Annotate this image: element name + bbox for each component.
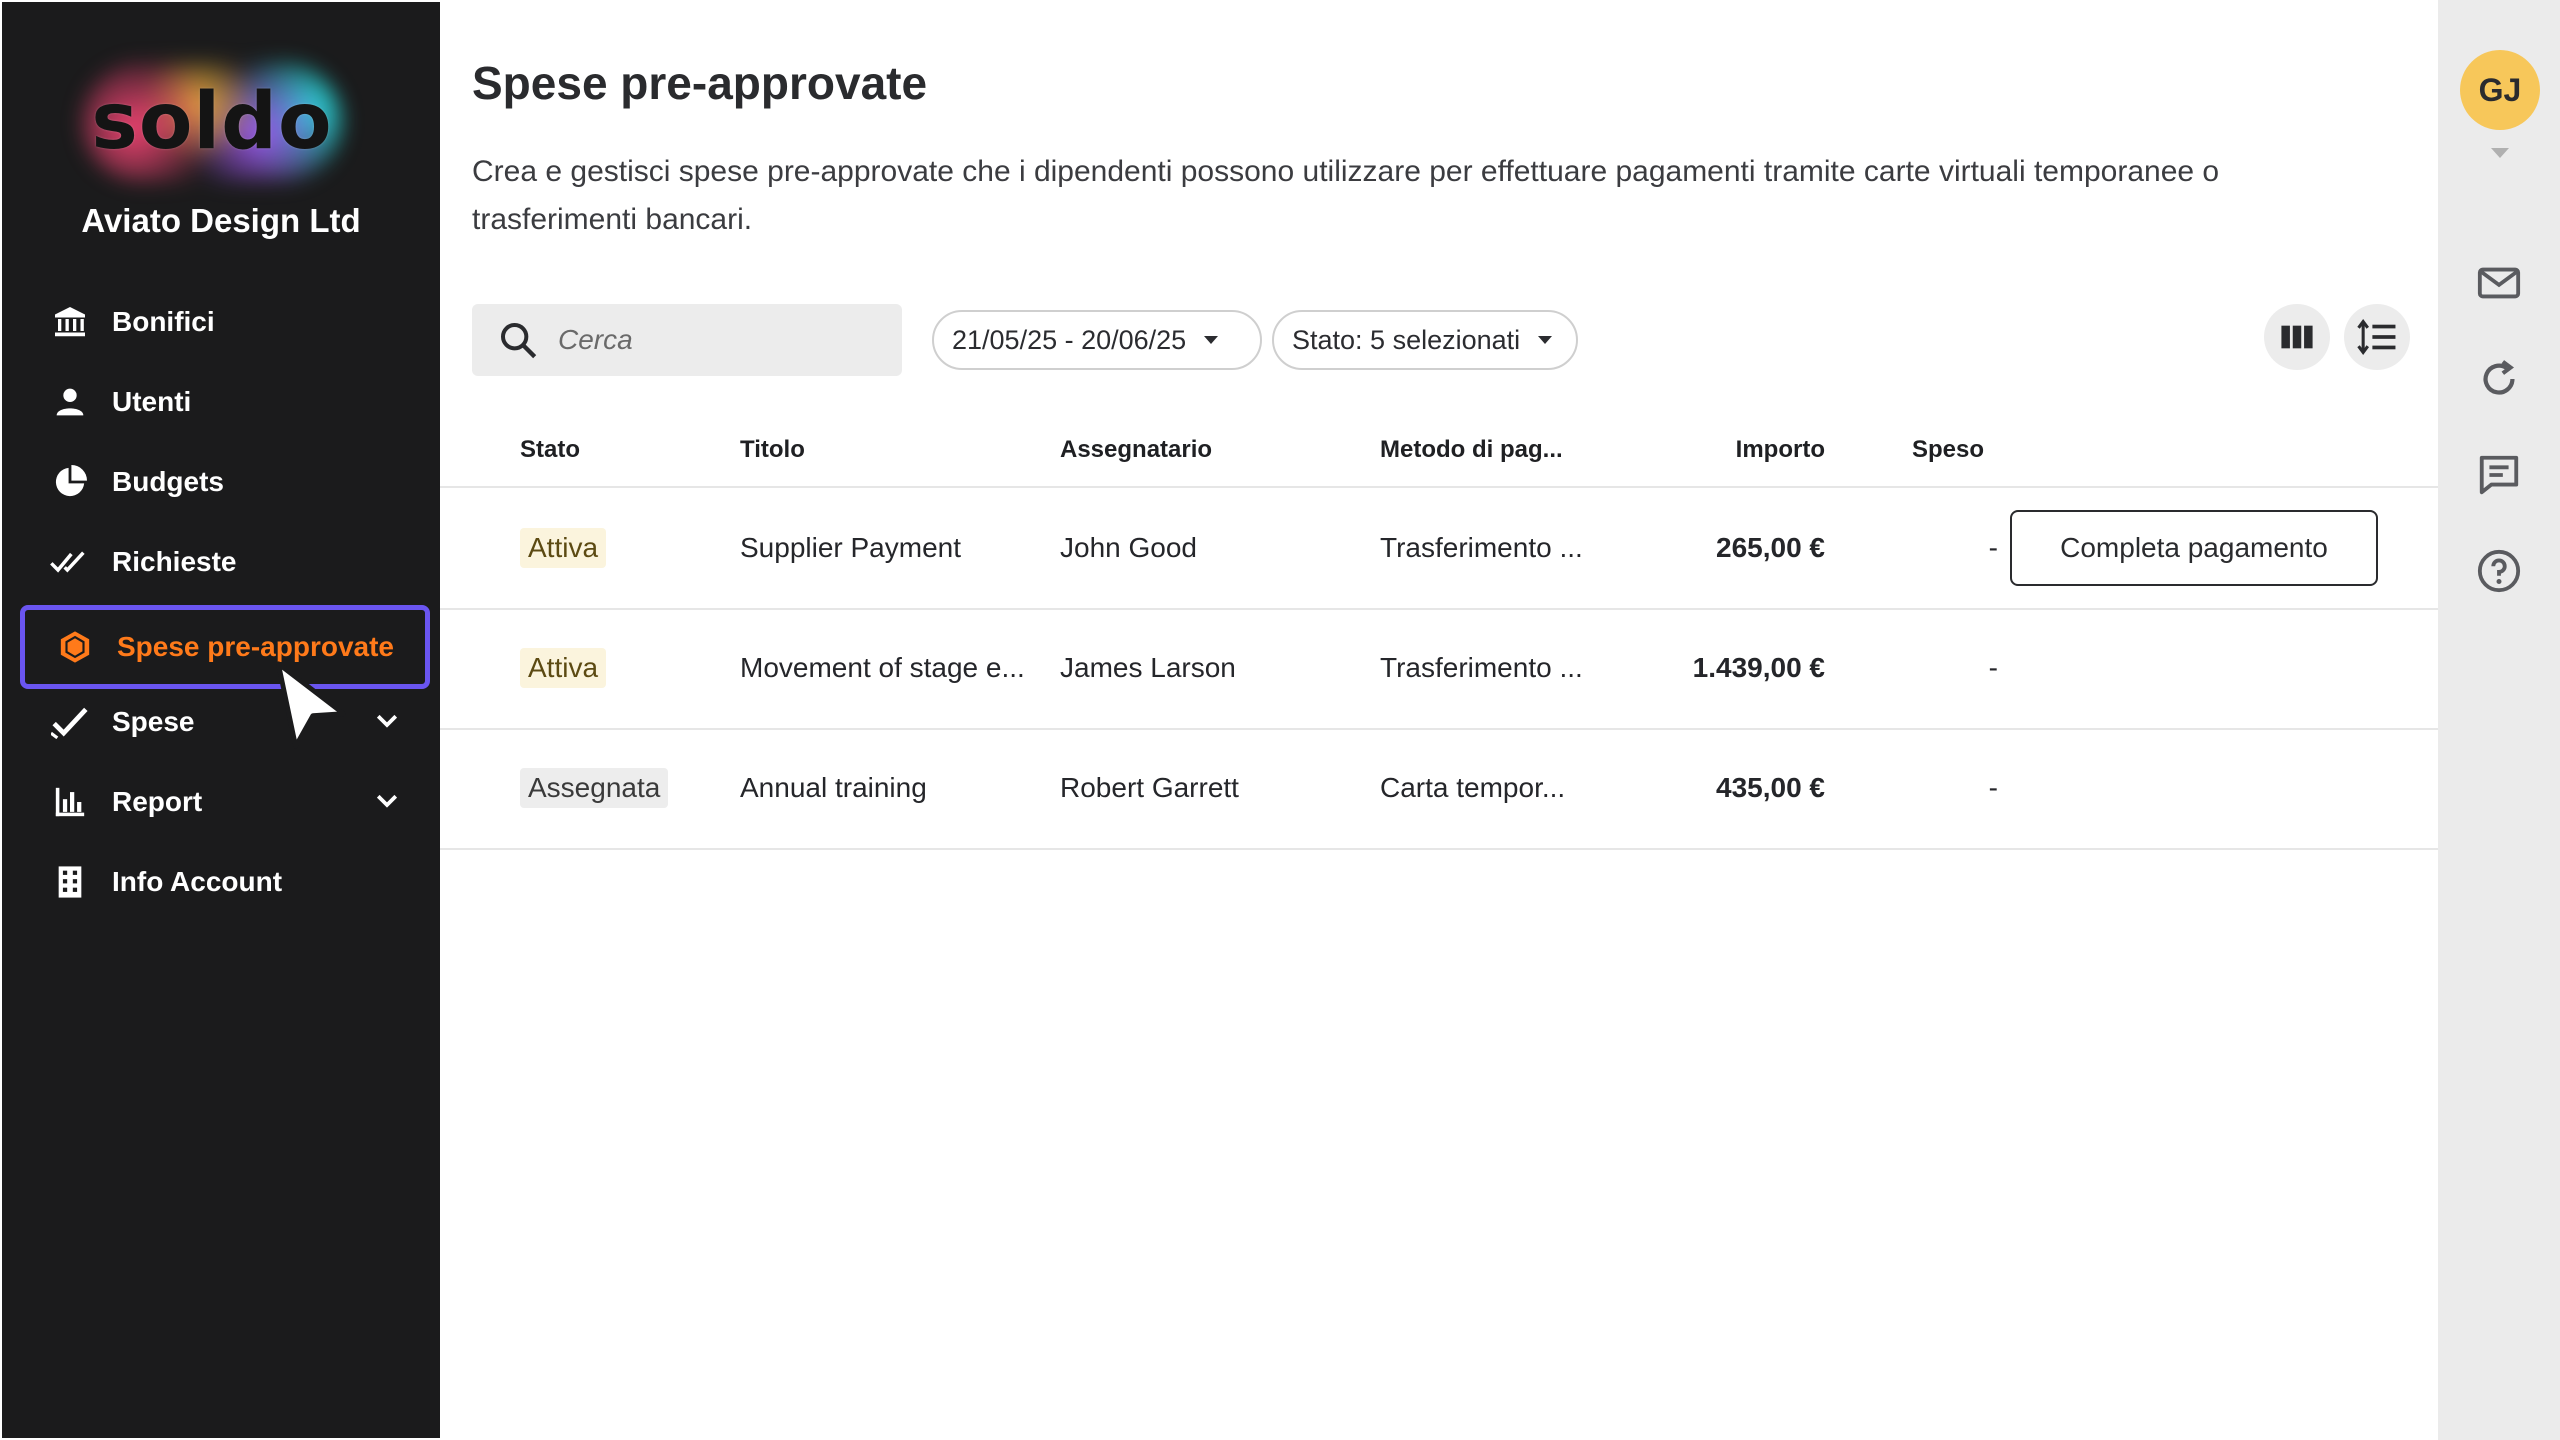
company-name: Aviato Design Ltd bbox=[81, 202, 361, 239]
row-assignee: John Good bbox=[1060, 532, 1197, 563]
sidebar-item-spese-pre-approvate[interactable]: Spese pre-approvate bbox=[20, 605, 430, 689]
soldo-logo: soldo bbox=[62, 52, 362, 192]
row-payment-method: Trasferimento ... bbox=[1380, 532, 1583, 563]
search-box[interactable] bbox=[472, 304, 902, 376]
bank-transfer-icon bbox=[50, 302, 90, 342]
row-amount: 435,00 € bbox=[1716, 772, 1825, 803]
page-description: Crea e gestisci spese pre-approvate che … bbox=[472, 155, 2220, 236]
row-payment-method: Trasferimento ... bbox=[1380, 652, 1583, 683]
pie-chart-icon bbox=[50, 462, 90, 502]
row-amount: 1.439,00 € bbox=[1692, 652, 1825, 683]
status-badge: Assegnata bbox=[520, 768, 669, 808]
mail-icon[interactable] bbox=[2476, 260, 2522, 306]
columns-icon bbox=[2281, 325, 2313, 349]
user-icon bbox=[50, 382, 90, 422]
sidebar-item-label: Info Account bbox=[112, 866, 283, 897]
table-row[interactable]: Assegnata Annual training Robert Garrett… bbox=[440, 728, 2438, 850]
line-spacing-icon bbox=[2357, 319, 2396, 355]
row-spent: - bbox=[1988, 772, 1998, 803]
bar-chart-icon bbox=[50, 782, 90, 822]
column-header-assegnatario[interactable]: Assegnatario bbox=[1060, 436, 1212, 464]
row-title: Movement of stage e... bbox=[740, 652, 1025, 683]
hexagon-icon bbox=[55, 627, 95, 667]
status-filter-label: Stato: 5 selezionati bbox=[1292, 324, 1521, 355]
logo-text: soldo bbox=[91, 77, 333, 167]
columns-view-button[interactable] bbox=[2264, 304, 2330, 370]
sidebar-item-label: Report bbox=[112, 786, 203, 817]
sidebar: soldo Aviato Design Ltd Bonifici Utenti … bbox=[2, 2, 440, 1438]
sidebar-item-info-account[interactable]: Info Account bbox=[20, 845, 430, 919]
status-badge: Attiva bbox=[520, 528, 607, 568]
caret-down-icon bbox=[1204, 336, 1219, 344]
column-header-speso[interactable]: Speso bbox=[1912, 436, 1984, 464]
date-range-filter[interactable]: 21/05/25 - 20/06/25 bbox=[932, 310, 1262, 370]
right-rail: GJ bbox=[2438, 0, 2560, 1440]
double-check-icon bbox=[50, 542, 90, 582]
sidebar-item-label: Utenti bbox=[112, 386, 192, 417]
building-icon bbox=[50, 862, 90, 902]
mouse-cursor-icon bbox=[276, 661, 346, 749]
sidebar-item-label: Bonifici bbox=[112, 306, 215, 337]
caret-down-icon[interactable] bbox=[2491, 148, 2509, 158]
row-title: Supplier Payment bbox=[740, 532, 962, 563]
sidebar-item-spese[interactable]: Spese bbox=[20, 685, 430, 759]
help-icon[interactable] bbox=[2476, 548, 2522, 594]
caret-down-icon bbox=[1538, 336, 1553, 344]
sidebar-item-report[interactable]: Report bbox=[20, 765, 430, 839]
row-amount: 265,00 € bbox=[1716, 532, 1825, 563]
page-title: Spese pre-approvate bbox=[472, 57, 928, 109]
check-icon bbox=[50, 702, 90, 742]
complete-payment-button[interactable]: Completa pagamento bbox=[2010, 510, 2378, 586]
main-content: Spese pre-approvate Crea e gestisci spes… bbox=[440, 0, 2438, 1440]
status-badge: Attiva bbox=[520, 648, 607, 688]
chat-icon[interactable] bbox=[2476, 452, 2522, 498]
column-header-importo[interactable]: Importo bbox=[1685, 436, 1825, 464]
sidebar-item-richieste[interactable]: Richieste bbox=[20, 525, 430, 599]
avatar[interactable]: GJ bbox=[2460, 50, 2540, 130]
chevron-down-icon[interactable] bbox=[372, 705, 402, 735]
search-icon bbox=[500, 323, 537, 359]
status-filter[interactable]: Stato: 5 selezionati bbox=[1272, 310, 1578, 370]
row-title: Annual training bbox=[740, 772, 927, 803]
column-header-titolo[interactable]: Titolo bbox=[740, 436, 805, 464]
search-input[interactable] bbox=[556, 323, 880, 357]
row-assignee: Robert Garrett bbox=[1060, 772, 1239, 803]
row-spent: - bbox=[1988, 532, 1998, 563]
row-payment-method: Carta tempor... bbox=[1380, 772, 1566, 803]
sidebar-item-budgets[interactable]: Budgets bbox=[20, 445, 430, 519]
sidebar-item-bonifici[interactable]: Bonifici bbox=[20, 285, 430, 359]
refresh-icon[interactable] bbox=[2476, 356, 2522, 402]
sidebar-item-label: Spese bbox=[112, 706, 195, 737]
sidebar-item-label: Budgets bbox=[112, 466, 224, 497]
sidebar-item-utenti[interactable]: Utenti bbox=[20, 365, 430, 439]
density-button[interactable] bbox=[2344, 304, 2410, 370]
table-row[interactable]: Attiva Movement of stage e... James Lars… bbox=[440, 608, 2438, 730]
table-row[interactable]: Attiva Supplier Payment John Good Trasfe… bbox=[440, 488, 2438, 610]
row-assignee: James Larson bbox=[1060, 652, 1236, 683]
column-header-stato[interactable]: Stato bbox=[520, 436, 580, 464]
column-header-metodo[interactable]: Metodo di pag... bbox=[1380, 436, 1563, 464]
sidebar-item-label: Spese pre-approvate bbox=[117, 631, 394, 662]
date-range-label: 21/05/25 - 20/06/25 bbox=[952, 324, 1187, 355]
row-spent: - bbox=[1988, 652, 1998, 683]
sidebar-item-label: Richieste bbox=[112, 546, 237, 577]
chevron-down-icon[interactable] bbox=[372, 785, 402, 815]
